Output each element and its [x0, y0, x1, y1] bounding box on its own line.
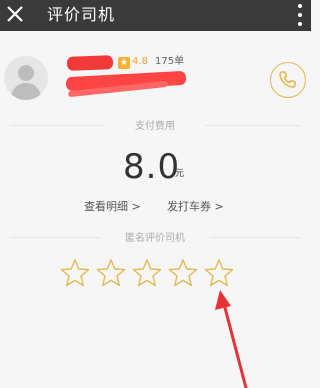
star-outline-icon[interactable]	[60, 258, 90, 288]
payment-unit: 元	[175, 169, 185, 179]
star-outline-icon[interactable]	[132, 258, 162, 288]
phone-icon	[279, 71, 296, 88]
default-avatar-icon	[10, 65, 42, 100]
payment-section-label: 支付费用	[105, 117, 205, 132]
star-outline-icon[interactable]	[168, 258, 198, 288]
driver-avatar	[4, 56, 48, 100]
star-badge-icon: ★	[118, 57, 130, 69]
star-outline-icon[interactable]	[204, 258, 234, 288]
send-voucher-link[interactable]: 发打车券 >	[167, 200, 224, 214]
page-title: 评价司机	[47, 5, 116, 24]
driver-order-count: 175单	[155, 56, 185, 67]
call-driver-button[interactable]	[270, 62, 306, 98]
title-bar: 评价司机	[0, 0, 311, 31]
close-icon[interactable]	[4, 3, 26, 25]
star-rating	[60, 258, 234, 288]
more-vertical-icon[interactable]	[297, 4, 303, 26]
driver-name-redacted	[66, 55, 114, 71]
view-details-link[interactable]: 查看明细 >	[84, 200, 141, 214]
rating-section-label: 匿名评价司机	[100, 229, 210, 244]
driver-rating: 4.8	[132, 56, 148, 67]
payment-amount: 8.0	[123, 147, 181, 187]
star-outline-icon[interactable]	[96, 258, 126, 288]
